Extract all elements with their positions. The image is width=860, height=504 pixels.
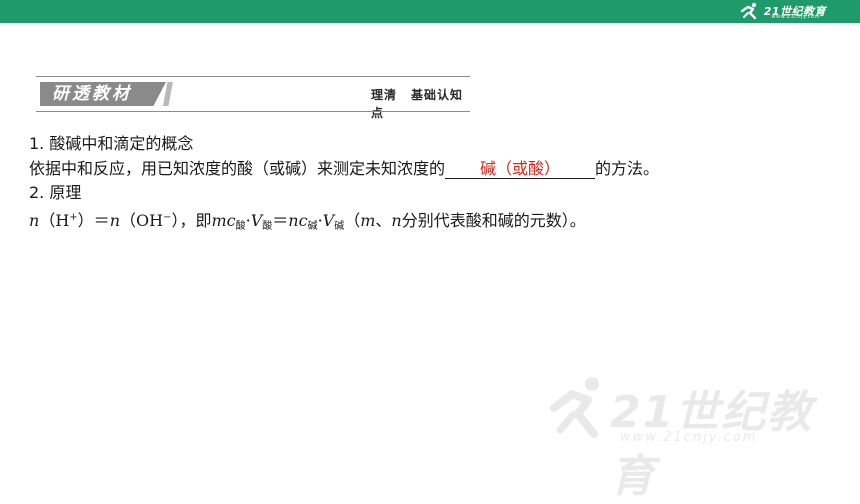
formula-n1: n — [29, 210, 40, 230]
section-tab-slash — [163, 82, 173, 106]
formula-lp2: （OH — [120, 210, 164, 230]
formula-equals: ＝ — [272, 210, 289, 230]
header-rule-bottom — [36, 111, 470, 112]
fill-in-answer: 碱（或酸） — [445, 159, 596, 179]
formula-sub-base-1: 碱 — [307, 220, 318, 232]
heading-principle: 2. 原理 — [29, 183, 82, 202]
formula-nc: nc — [288, 210, 308, 230]
formula-sep: 、 — [375, 210, 392, 230]
formula-tail-open: （ — [344, 210, 361, 230]
formula-tail: 分别代表酸和碱的元数）。 — [401, 210, 586, 230]
formula-n3: n — [391, 210, 402, 230]
runner-logo-icon — [740, 2, 756, 20]
definition-text-after: 的方法。 — [595, 158, 660, 178]
formula-m: m — [360, 210, 376, 230]
main-content: 1. 酸碱中和滴定的概念 依据中和反应，用已知浓度的酸（或碱）来测定未知浓度的碱… — [29, 132, 839, 239]
formula-v2: V — [322, 210, 335, 230]
section-title: 研透教材 — [52, 84, 132, 104]
section-subtitle-a: 理清 — [371, 88, 398, 102]
section-subtitle: 理清 基础认知点 — [371, 86, 470, 122]
header-rule-top — [36, 76, 470, 77]
formula-sub-acid-2: 酸 — [262, 220, 273, 232]
formula-mc: mc — [211, 210, 236, 230]
formula-lp1: （H — [39, 210, 70, 230]
brand-url: www.21cnjy.com — [771, 14, 820, 20]
formula-n2: n — [109, 210, 120, 230]
formula-rp1: ）＝ — [77, 210, 110, 230]
watermark: 21世纪教育 www.21cnjy.com — [548, 372, 848, 502]
formula-sub-base-2: 碱 — [334, 220, 345, 232]
formula-v1: V — [250, 210, 263, 230]
watermark-url: www.21cnjy.com — [620, 430, 758, 445]
heading-concept: 1. 酸碱中和滴定的概念 — [29, 134, 194, 153]
formula-sub-acid-1: 酸 — [235, 220, 246, 232]
top-banner: 21世纪教育 www.21cnjy.com — [0, 0, 860, 23]
section-header: 研透教材 理清 基础认知点 — [36, 76, 470, 120]
formula-plus-charge: + — [69, 211, 78, 223]
formula-rp2: ），即 — [171, 210, 212, 230]
formula-line: n（H+）＝n（OH−），即mc酸·V酸＝nc碱·V碱（m、n分别代表酸和碱的元… — [29, 206, 839, 240]
paragraph-definition: 依据中和反应，用已知浓度的酸（或碱）来测定未知浓度的 碱（或酸） 的方法。 — [29, 157, 839, 182]
watermark-runner-icon — [550, 377, 599, 438]
definition-text-before: 依据中和反应，用已知浓度的酸（或碱）来测定未知浓度的 — [29, 158, 446, 178]
